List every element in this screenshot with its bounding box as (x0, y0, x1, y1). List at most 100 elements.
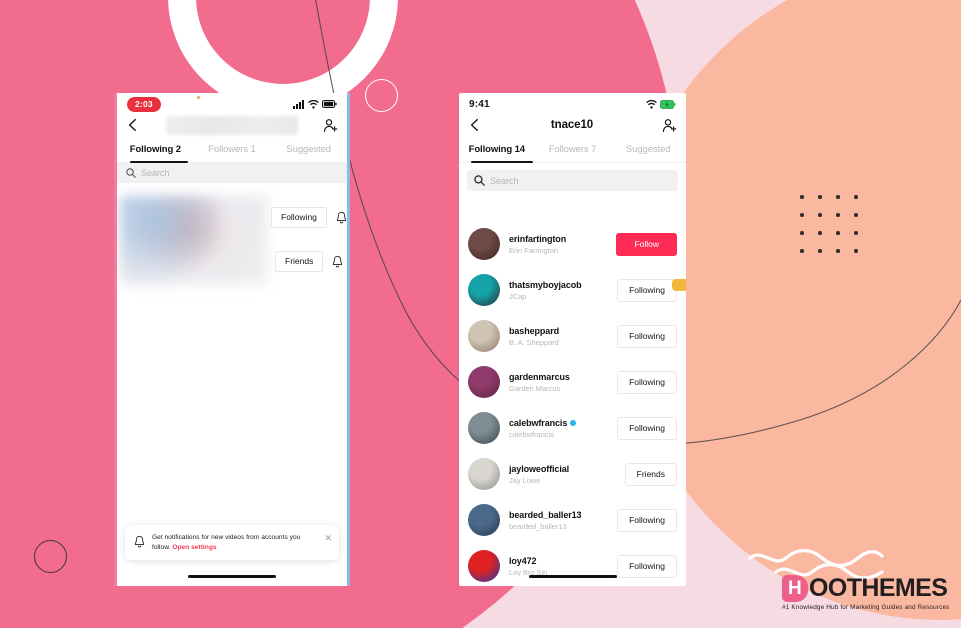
add-user-icon[interactable] (662, 118, 677, 133)
left-nav-title-redacted (165, 115, 298, 135)
notification-tab-icon[interactable] (672, 279, 686, 291)
battery-charging-icon (660, 99, 676, 109)
user-meta: bearded_baller13 bearded_baller13 (509, 510, 617, 531)
right-tab-active-underline (471, 161, 533, 163)
left-row-1-actions: Following (271, 207, 347, 228)
bell-icon (134, 535, 145, 548)
recording-time-badge: 2:03 (127, 96, 161, 112)
following-button[interactable]: Following (617, 324, 677, 348)
toast-message: Get notifications for new videos from ac… (152, 533, 317, 552)
user-username-text: gardenmarcus (509, 371, 570, 382)
avatar[interactable] (468, 504, 500, 536)
logo-mark-letter: H (788, 577, 802, 599)
left-status-icons (293, 99, 337, 109)
right-status-icons (646, 99, 676, 109)
user-row[interactable]: erinfartington Erin Farrington Follow (459, 221, 686, 267)
left-search-bar[interactable]: Search (117, 163, 347, 183)
left-tab-bar: Following 2 Followers 1 Suggested (117, 139, 347, 163)
verified-badge-icon (570, 419, 577, 426)
user-username-text: bearded_baller13 (509, 509, 582, 520)
user-row[interactable]: basheppard B. A. Sheppard Following (459, 313, 686, 359)
user-row[interactable]: loy472 Loy Bro Sin Following (459, 543, 686, 586)
chevron-left-icon[interactable] (468, 118, 482, 132)
following-button[interactable]: Following (617, 370, 677, 394)
user-row[interactable]: thatsmyboyjacob JCap Following (459, 267, 686, 313)
user-meta: thatsmyboyjacob JCap (509, 280, 617, 301)
right-phone-screen: 9:41 tnace10 Following 14 Followers 7 Su… (459, 93, 686, 586)
user-username: thatsmyboyjacob (509, 280, 617, 290)
avatar[interactable] (468, 228, 500, 260)
logo-mark-icon: H (782, 574, 808, 602)
user-action-wrap: Following (617, 324, 677, 348)
user-row[interactable]: gardenmarcus Garden Marcus Following (459, 359, 686, 405)
user-username: calebwfrancis (509, 418, 617, 428)
avatar[interactable] (468, 412, 500, 444)
avatar[interactable] (468, 274, 500, 306)
right-tab-followers[interactable]: Followers 7 (535, 139, 611, 162)
wifi-icon (308, 99, 319, 109)
search-icon (474, 175, 485, 186)
right-search-bar[interactable]: Search (467, 170, 678, 191)
right-tab-following[interactable]: Following 14 (459, 139, 535, 162)
user-username: basheppard (509, 326, 617, 336)
user-row[interactable]: bearded_baller13 bearded_baller13 Followin… (459, 497, 686, 543)
user-username-text: erinfartington (509, 233, 567, 244)
user-action-wrap: Following (617, 370, 677, 394)
following-user-list[interactable]: erinfartington Erin Farrington Follow thats… (459, 221, 686, 586)
user-username-text: thatsmyboyjacob (509, 279, 582, 290)
left-phone-screen: 2:03 Following 2 Followers 1 Suggested S… (117, 93, 347, 586)
user-display-name: Garden Marcus (509, 383, 561, 393)
poster-canvas: H OOTHEMES #1 Knowledge Hub for Marketin… (0, 0, 961, 628)
right-tab-suggested[interactable]: Suggested (610, 139, 686, 162)
logo-tagline: #1 Knowledge Hub for Marketing Guides an… (782, 604, 950, 611)
user-username: erinfartington (509, 234, 616, 244)
left-friends-button[interactable]: Friends (275, 251, 324, 272)
following-button[interactable]: Friends (624, 462, 677, 486)
user-username: gardenmarcus (509, 372, 617, 382)
user-meta: erinfartington Erin Farrington (509, 234, 616, 255)
right-status-bar: 9:41 (459, 93, 686, 111)
avatar[interactable] (468, 550, 500, 582)
search-icon (126, 168, 136, 178)
open-settings-link[interactable]: Open settings (172, 544, 216, 551)
left-tab-following[interactable]: Following 2 (117, 139, 194, 162)
following-button[interactable]: Following (617, 416, 677, 440)
avatar[interactable] (468, 320, 500, 352)
right-status-time: 9:41 (469, 98, 490, 110)
user-action-wrap: Following (617, 416, 677, 440)
user-row[interactable]: jayloweofficial Jay Lowe Friends (459, 451, 686, 497)
left-nav-bar (117, 111, 347, 139)
left-tab-suggested[interactable]: Suggested (270, 139, 347, 162)
user-meta: loy472 Loy Bro Sin (509, 556, 617, 577)
left-status-bar: 2:03 (117, 93, 347, 112)
bell-icon[interactable] (336, 211, 347, 224)
user-display-name: JCap (509, 291, 527, 301)
follow-button[interactable]: Follow (616, 232, 677, 256)
avatar[interactable] (468, 366, 500, 398)
user-row[interactable]: calebwfrancis calebwfrancis Following (459, 405, 686, 451)
user-username-text: basheppard (509, 325, 560, 336)
bell-icon[interactable] (332, 255, 343, 268)
user-display-name: bearded_baller13 (509, 521, 567, 531)
following-button[interactable]: Following (617, 278, 677, 302)
right-search-placeholder: Search (490, 175, 519, 186)
user-username-text: calebwfrancis (509, 417, 568, 428)
following-button[interactable]: Following (617, 554, 677, 578)
following-button[interactable]: Following (617, 508, 677, 532)
user-display-name: Jay Lowe (509, 475, 541, 485)
left-tab-followers[interactable]: Followers 1 (194, 139, 271, 162)
add-user-icon[interactable] (323, 118, 338, 133)
close-icon[interactable]: ✕ (324, 534, 332, 543)
battery-icon (322, 100, 337, 108)
right-home-indicator (528, 574, 617, 578)
avatar[interactable] (468, 458, 500, 490)
left-camera-indicator-dot (197, 96, 200, 99)
user-meta: calebwfrancis calebwfrancis (509, 418, 617, 439)
right-nav-title: tnace10 (550, 119, 594, 131)
logo-wordmark-row: H OOTHEMES (782, 574, 958, 602)
wifi-icon (646, 99, 657, 109)
chevron-left-icon[interactable] (126, 118, 140, 132)
user-meta: gardenmarcus Garden Marcus (509, 372, 617, 393)
user-action-wrap: Follow (616, 232, 677, 256)
left-following-button[interactable]: Following (271, 207, 327, 228)
